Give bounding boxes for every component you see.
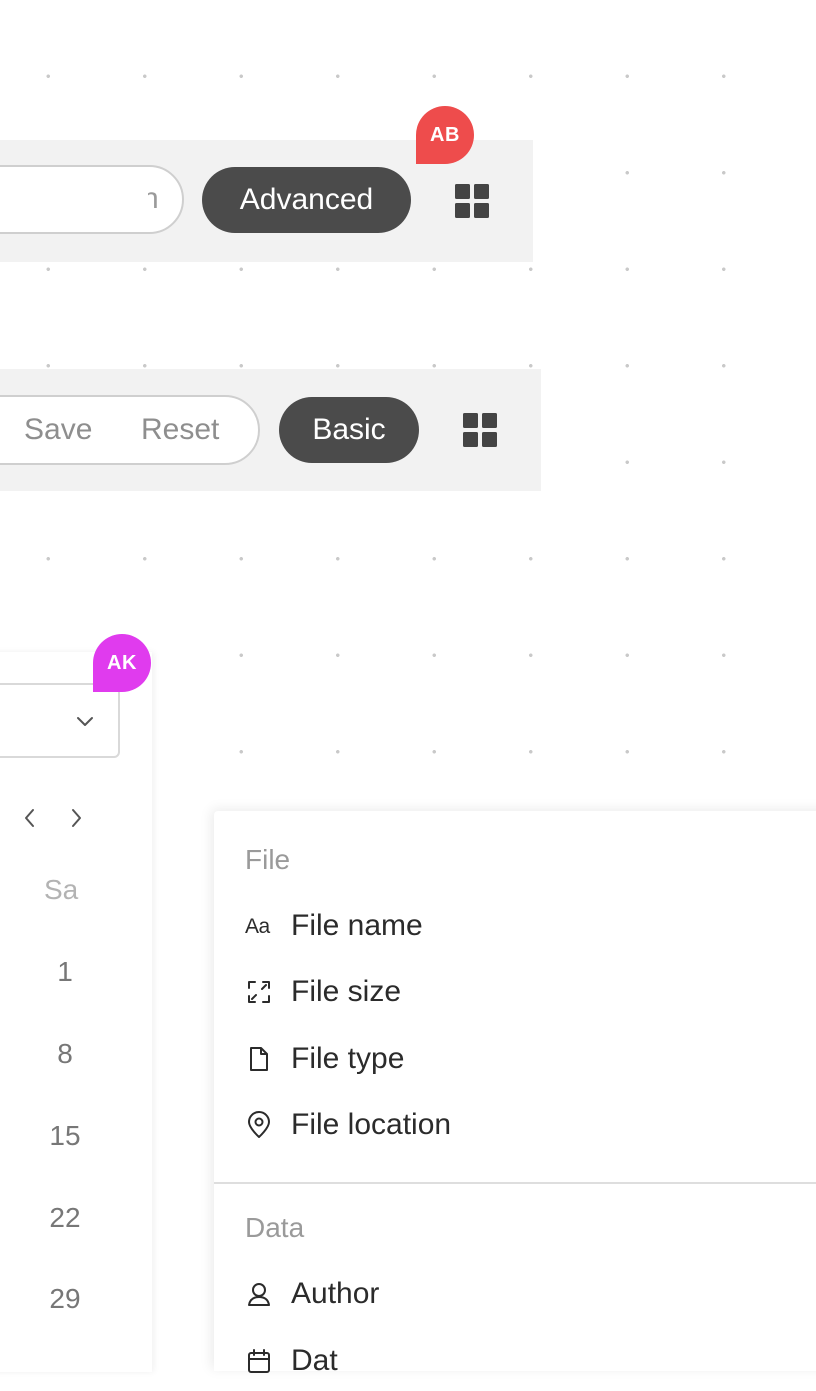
menu-item-label: File location [291,1108,452,1141]
grid-icon[interactable] [454,183,490,219]
location-pin-icon [248,1111,270,1138]
save-button[interactable]: Save [24,412,92,448]
field-menu: File Aa File name File size File type Fi… [214,811,816,1377]
document-icon [250,1047,268,1071]
weekday-label: Sa [44,874,79,905]
search-input[interactable]: n [0,165,184,234]
calendar-panel: Sa 1 8 15 22 29 [0,652,152,1372]
month-select[interactable] [0,683,120,758]
menu-item-author[interactable]: Author [214,1264,816,1324]
avatar[interactable]: AB [416,106,474,164]
menu-item-file-name[interactable]: Aa File name [214,896,816,956]
calendar-day[interactable]: 29 [0,1283,150,1315]
menu-item-label: File size [291,975,402,1008]
menu-section-heading: Data [245,1212,305,1243]
chevron-right-icon[interactable] [66,804,88,832]
menu-item-file-size[interactable]: File size [214,962,816,1022]
search-input-text: n [148,181,166,217]
calendar-day[interactable]: 8 [0,1038,150,1070]
menu-item-file-type[interactable]: File type [214,1029,816,1089]
calendar-day[interactable]: 22 [0,1202,150,1234]
avatar[interactable]: AK [93,634,151,692]
menu-divider [214,1182,816,1184]
grid-icon[interactable] [462,412,498,448]
advanced-mode-button[interactable]: Advanced [202,167,411,233]
expand-icon [248,981,270,1003]
reset-button[interactable]: Reset [141,412,219,448]
toolbar-basic: Save Reset Basic [0,369,541,491]
calendar-day[interactable]: 15 [0,1120,150,1152]
menu-item-file-location[interactable]: File location [214,1095,816,1155]
basic-mode-button[interactable]: Basic [279,397,419,463]
menu-item-label: Author [291,1277,380,1310]
chevron-left-icon[interactable] [18,804,40,832]
text-format-icon: Aa [245,915,270,938]
calendar-icon [248,1349,270,1373]
chevron-down-icon [77,717,93,726]
menu-item-label: Dat [291,1344,338,1377]
menu-section-heading: File [245,844,291,875]
calendar-day[interactable]: 1 [0,956,150,988]
menu-item-label: File type [291,1042,405,1075]
save-reset-group: Save Reset [0,395,260,465]
menu-item-date[interactable]: Dat [214,1331,816,1391]
person-icon [248,1283,270,1306]
menu-item-label: File name [291,909,423,942]
